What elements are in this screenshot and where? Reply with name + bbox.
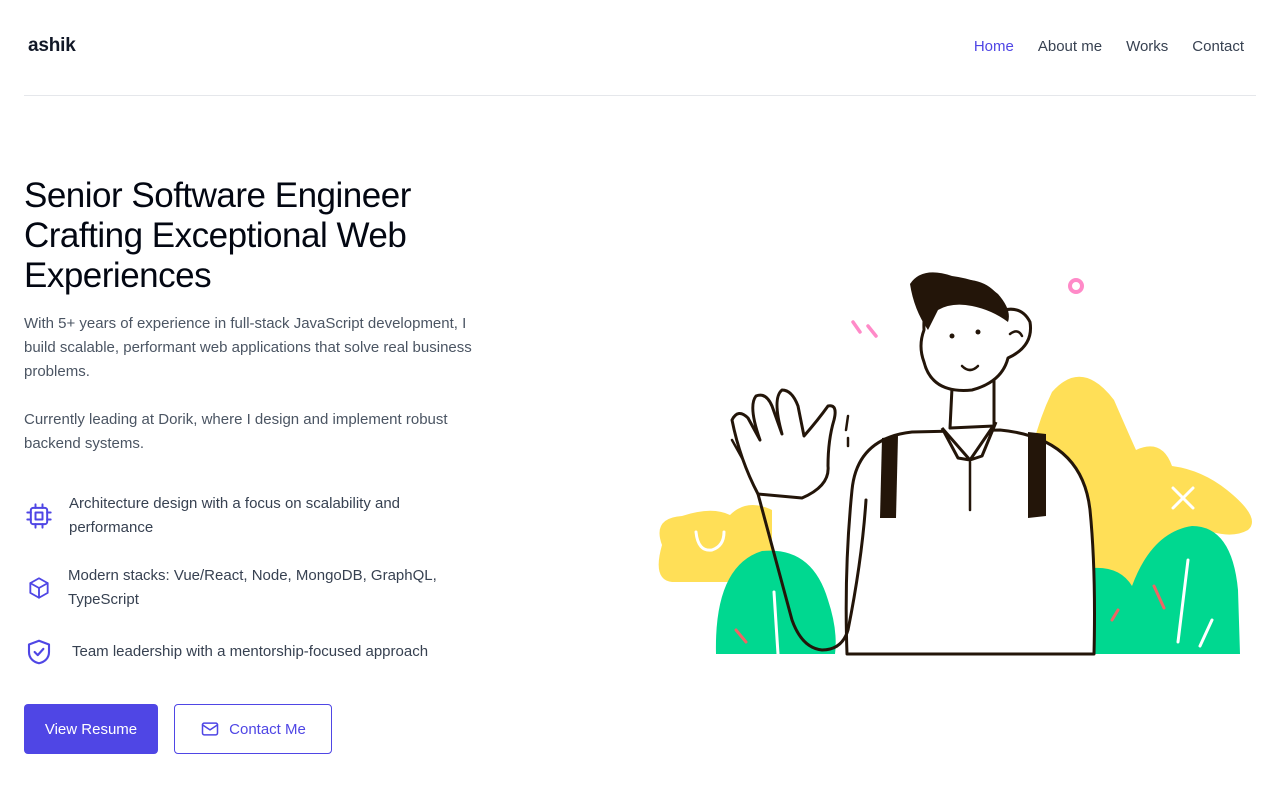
mail-icon [200, 719, 220, 739]
logo[interactable]: ashik [28, 35, 76, 57]
hero-paragraph-current-role: Currently leading at Dorik, where I desi… [24, 411, 448, 452]
nav-link-about[interactable]: About me [1038, 38, 1102, 55]
shield-check-icon [24, 637, 54, 667]
feature-text: Team leadership with a mentorship-focuse… [72, 643, 429, 660]
feature-text: Architecture design with a focus on scal… [69, 495, 401, 536]
hero-title: Senior Software Engineer Crafting Except… [24, 176, 411, 295]
contact-me-label: Contact Me [229, 720, 306, 738]
waving-developer-illustration [658, 272, 1252, 656]
feature-item: Team leadership with a mentorship-focuse… [24, 637, 474, 667]
nav-link-home[interactable]: Home [974, 38, 1014, 55]
feature-item: Architecture design with a focus on scal… [24, 492, 474, 540]
nav-link-works[interactable]: Works [1126, 38, 1168, 55]
hero-paragraph-experience: With 5+ years of experience in full-stac… [24, 315, 472, 380]
nav-link-contact[interactable]: Contact [1192, 38, 1244, 55]
main-nav: Home About me Works Contact [974, 38, 1244, 55]
feature-text: Modern stacks: Vue/React, Node, MongoDB,… [68, 567, 437, 608]
feature-item: Modern stacks: Vue/React, Node, MongoDB,… [24, 564, 474, 612]
contact-me-button[interactable]: Contact Me [174, 704, 332, 754]
view-resume-button[interactable]: View Resume [24, 704, 158, 754]
cpu-chip-icon [24, 501, 54, 531]
cube-icon [24, 573, 54, 603]
hero-illustration [652, 270, 1258, 656]
navbar: ashik Home About me Works Contact [24, 0, 1256, 96]
